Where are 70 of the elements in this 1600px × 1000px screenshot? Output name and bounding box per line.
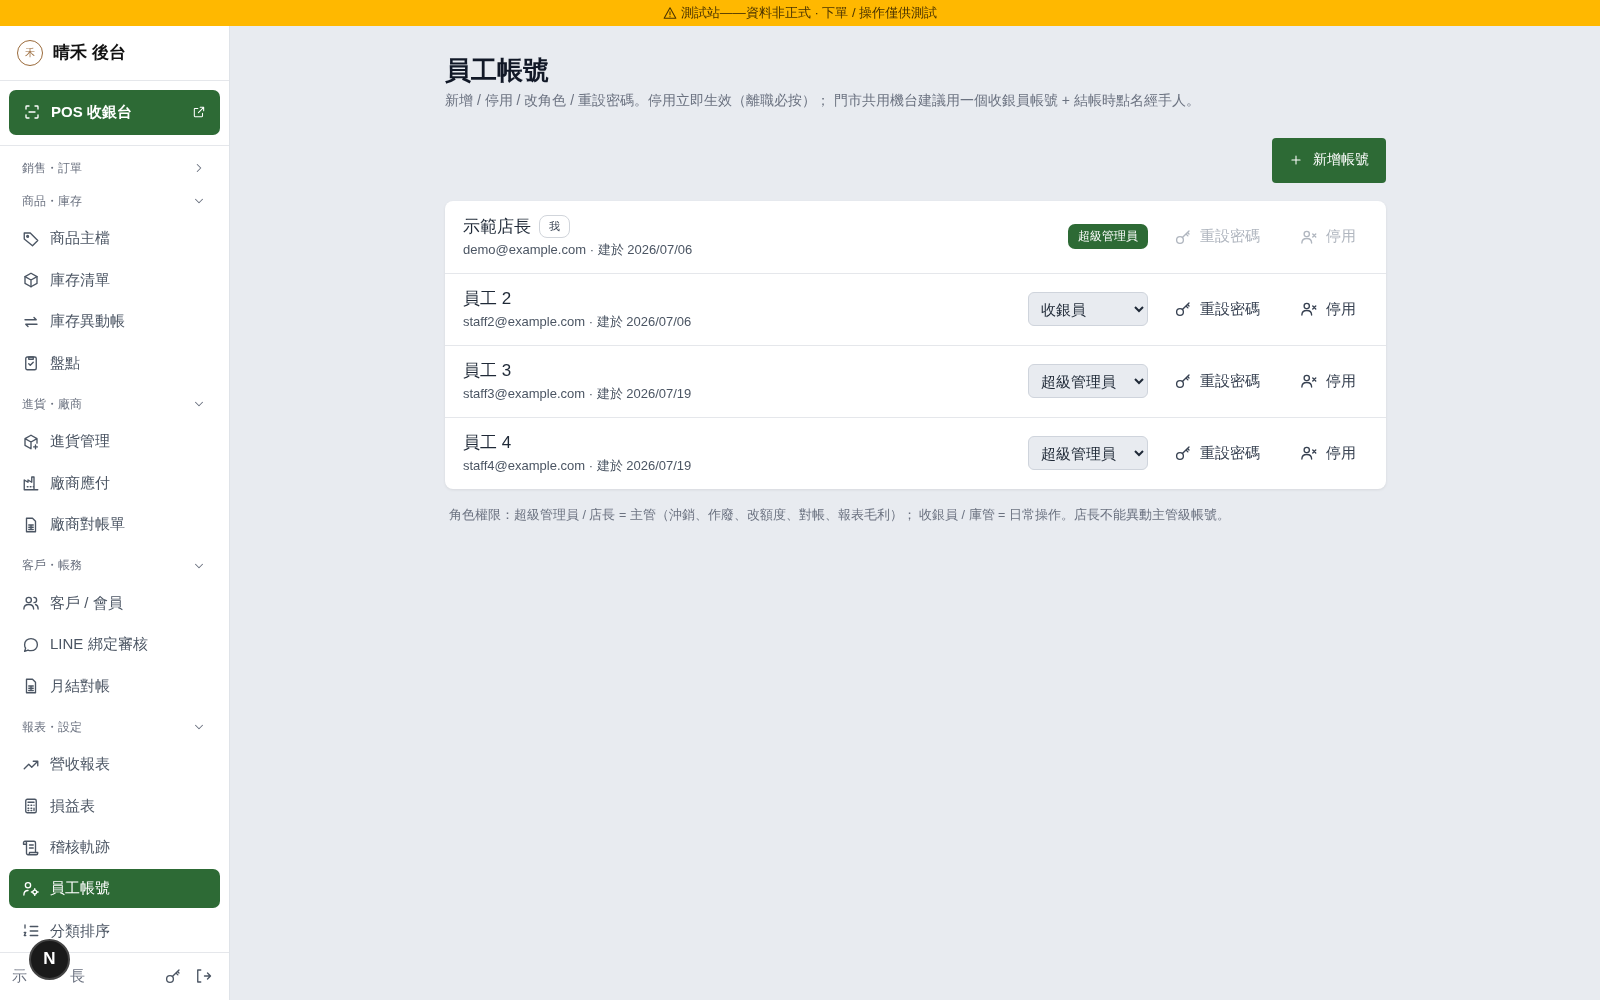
sidebar-item[interactable]: LINE 綁定審核 xyxy=(9,624,220,666)
role-select[interactable]: 收銀員 xyxy=(1028,292,1148,327)
sidebar-item[interactable]: 廠商對帳單 xyxy=(9,504,220,546)
account-meta: demo@example.com · 建於 2026/07/06 xyxy=(463,240,693,259)
role-select[interactable]: 超級管理員 xyxy=(1028,436,1148,471)
sidebar-item[interactable]: 庫存清單 xyxy=(9,259,220,301)
self-tag: 我 xyxy=(539,214,570,238)
package-plus-icon xyxy=(22,432,40,451)
sidebar-item[interactable]: 商品主檔 xyxy=(9,218,220,260)
brand-title: 晴禾 後台 xyxy=(53,42,126,65)
warning-icon xyxy=(662,6,677,20)
clipboard-check-icon xyxy=(22,354,40,373)
key-icon xyxy=(1174,444,1192,463)
reset-password-button[interactable]: 重設密碼 xyxy=(1174,299,1274,319)
banner-message: 測試站——資料非正式 · 下單 / 操作僅供測試 xyxy=(680,4,938,22)
section-header[interactable]: 客戶・帳務 xyxy=(9,549,220,583)
user-name: 示 xyxy=(12,967,27,986)
reset-password-button[interactable]: 重設密碼 xyxy=(1174,371,1274,391)
key-icon xyxy=(1174,300,1192,319)
dev-tools-badge[interactable]: N xyxy=(29,939,70,980)
deactivate-button[interactable]: 停用 xyxy=(1300,299,1356,319)
sidebar-item[interactable]: 庫存異動帳 xyxy=(9,301,220,343)
key-icon xyxy=(1174,372,1192,391)
sidebar-item[interactable]: 客戶 / 會員 xyxy=(9,582,220,624)
key-icon xyxy=(164,967,182,986)
external-link-icon xyxy=(192,105,206,120)
users-icon xyxy=(22,594,40,613)
role-badge: 超級管理員 xyxy=(1068,224,1148,250)
logout-icon xyxy=(194,967,212,986)
role-select[interactable]: 超級管理員 xyxy=(1028,364,1148,399)
account-name: 員工 3 xyxy=(463,360,512,383)
calculator-icon xyxy=(22,797,40,816)
role-permissions-note: 角色權限：超級管理員 / 店長 = 主管（沖銷、作廢、改額度、對帳、報表毛利）； 收銀員 / 庫管 = 日常操作。店長不能異動主管級帳號。 xyxy=(449,506,1231,524)
sidebar-item[interactable]: 稽核軌跡 xyxy=(9,827,220,869)
section-header[interactable]: 商品・庫存 xyxy=(9,185,220,218)
scroll-icon xyxy=(22,838,40,857)
scan-icon xyxy=(23,103,41,122)
user-x-icon xyxy=(1300,444,1318,463)
sidebar-item[interactable]: 廠商應付 xyxy=(9,462,220,504)
deactivate-button[interactable]: 停用 xyxy=(1300,371,1356,391)
pos-button[interactable]: POS 收銀台 xyxy=(9,90,220,135)
account-name: 員工 2 xyxy=(463,288,512,311)
plus-icon xyxy=(1289,153,1303,168)
sidebar-item[interactable]: 員工帳號 xyxy=(9,869,220,909)
user-x-icon xyxy=(1300,300,1318,319)
box-icon xyxy=(22,271,40,290)
account-name: 示範店長 xyxy=(463,215,531,238)
section-header[interactable]: 銷售・訂單 xyxy=(9,152,220,185)
sidebar-item[interactable]: 損益表 xyxy=(9,785,220,827)
account-meta: staff3@example.com · 建於 2026/07/19 xyxy=(463,385,692,404)
account-meta: staff2@example.com · 建於 2026/07/06 xyxy=(463,313,692,332)
chat-bubble-icon xyxy=(22,635,40,654)
account-name: 員工 4 xyxy=(463,432,512,455)
user-name: 長 xyxy=(70,967,85,986)
deactivate-button[interactable]: 停用 xyxy=(1300,443,1356,463)
user-gear-icon xyxy=(22,880,40,898)
add-account-button[interactable]: 新增帳號 xyxy=(1272,137,1386,183)
sidebar-item[interactable]: 營收報表 xyxy=(9,744,220,786)
tag-icon xyxy=(22,229,40,248)
sidebar-item[interactable]: 月結對帳 xyxy=(9,665,220,707)
sidebar-item[interactable]: 進貨管理 xyxy=(9,421,220,463)
account-meta: staff4@example.com · 建於 2026/07/19 xyxy=(463,457,692,476)
factory-icon xyxy=(22,474,40,493)
user-x-icon xyxy=(1300,372,1318,391)
sidebar-item[interactable]: 盤點 xyxy=(9,342,220,384)
section-header[interactable]: 報表・設定 xyxy=(9,711,220,744)
reset-password-button[interactable]: 重設密碼 xyxy=(1174,443,1274,463)
page-title: 員工帳號 xyxy=(445,54,550,87)
page-description: 新增 / 停用 / 改角色 / 重設密碼。停用立即生效（離職必按）； 門市共用機台建議用一個收銀員帳號 + 結帳時點名經手人。 xyxy=(445,91,1201,110)
section-header[interactable]: 進貨・廠商 xyxy=(9,388,220,421)
